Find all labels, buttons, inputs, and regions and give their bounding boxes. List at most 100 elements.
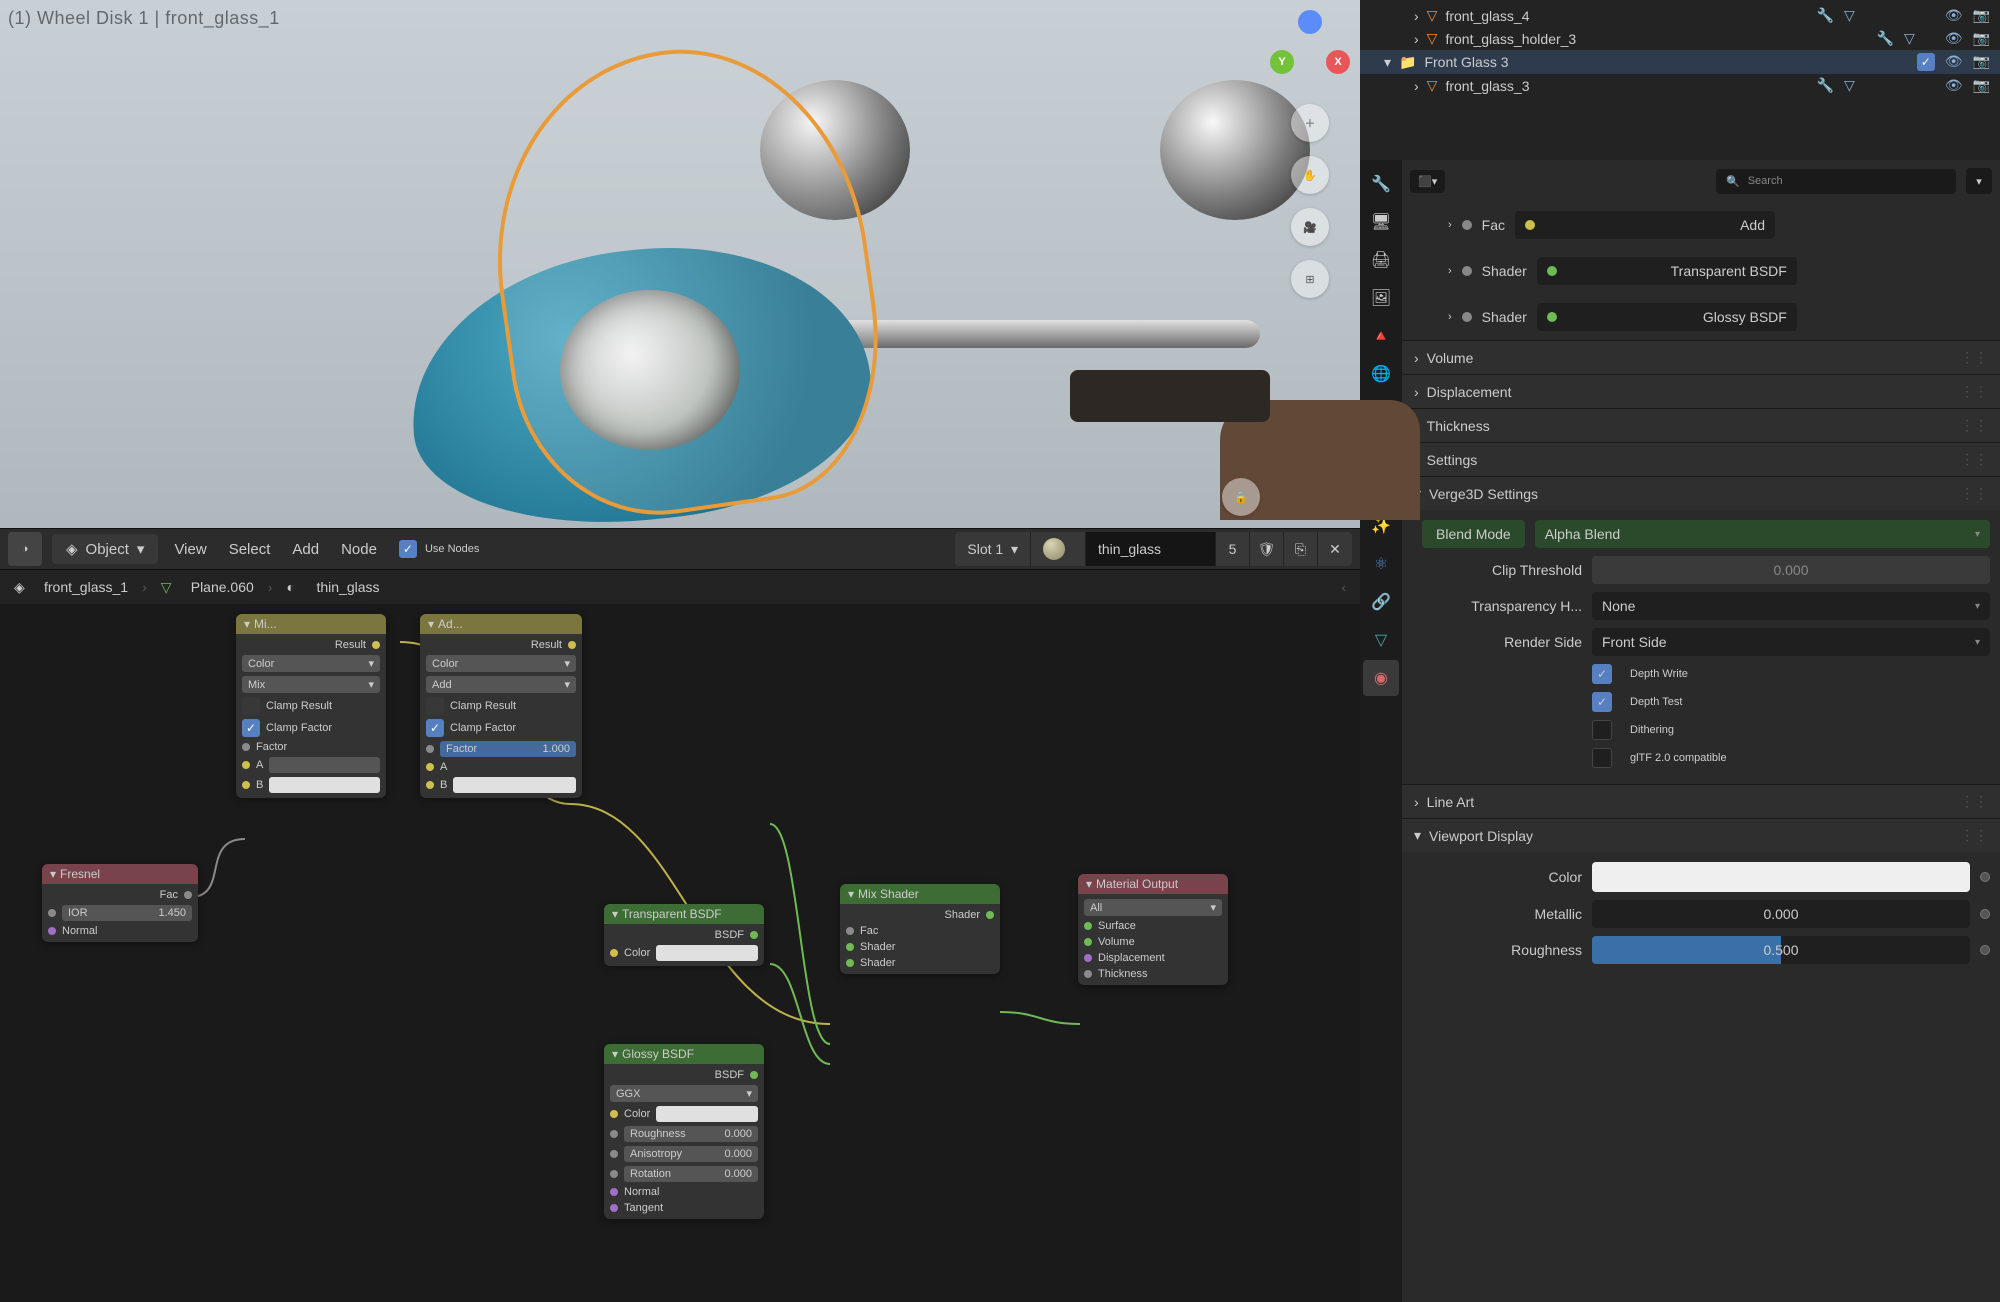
mix-mode[interactable]: Mix▾ <box>242 676 380 693</box>
gltf-check[interactable] <box>1592 748 1612 768</box>
axis-z[interactable] <box>1298 10 1322 34</box>
anim-dot[interactable] <box>1980 872 1990 882</box>
eye-icon[interactable]: 👁 <box>1945 30 1963 47</box>
blend-mode-dropdown[interactable]: Alpha Blend <box>1535 520 1990 548</box>
depth-write-check[interactable]: ✓ <box>1592 664 1612 684</box>
input-shader-1[interactable]: › Shader Transparent BSDF <box>1402 248 2000 294</box>
viewport-roughness[interactable]: 0.500 <box>1592 936 1970 964</box>
tab-viewlayer[interactable]: 🖼 <box>1363 280 1399 316</box>
menu-select[interactable]: Select <box>223 541 277 558</box>
menu-add[interactable]: Add <box>286 541 325 558</box>
eye-icon[interactable]: 👁 <box>1945 7 1963 24</box>
clamp-factor-check[interactable]: ✓ <box>242 719 260 737</box>
node-canvas[interactable]: ▾Fresnel Fac IOR1.450 Normal ▾Mi... Resu… <box>0 604 1360 1302</box>
panel-displacement[interactable]: ›Displacement⋮⋮ <box>1402 374 2000 408</box>
tab-scene[interactable]: 🔺 <box>1363 318 1399 354</box>
clamp-result-check[interactable] <box>242 697 260 715</box>
use-nodes-checkbox[interactable]: ✓ <box>399 540 417 558</box>
fresnel-ior[interactable]: IOR1.450 <box>62 905 192 921</box>
transparency-hack[interactable]: None <box>1592 592 1990 620</box>
node-transparent-bsdf[interactable]: ▾Transparent BSDF BSDF Color <box>604 904 764 966</box>
outliner[interactable]: ›▽ front_glass_4 🔧▽👁📷 ›▽ front_glass_hol… <box>1360 0 2000 160</box>
axis-gizmo[interactable]: Y X <box>1270 10 1350 90</box>
node-mix-shader[interactable]: ▾Mix Shader Shader Fac Shader Shader <box>840 884 1000 974</box>
tab-render[interactable]: 🖥 <box>1363 204 1399 240</box>
tab-tool[interactable]: 🔧 <box>1363 166 1399 202</box>
3d-viewport[interactable]: (1) Wheel Disk 1 | front_glass_1 Y X ＋ ✋ <box>0 0 1360 528</box>
fake-user-icon[interactable]: 🛡 <box>1250 532 1284 566</box>
node-material-output[interactable]: ▾Material Output All▾ Surface Volume Dis… <box>1078 874 1228 985</box>
eye-icon[interactable]: 👁 <box>1945 53 1963 71</box>
node-editor-header: ◑ ◈ Object ▾ View Select Add Node ✓ Use … <box>0 528 1360 570</box>
unlink-material-icon[interactable]: ✕ <box>1318 532 1352 566</box>
mesh-link-icon[interactable]: ▽ <box>1844 77 1855 94</box>
outliner-item-active[interactable]: ▾📁 Front Glass 3 ✓👁📷 <box>1360 50 2000 74</box>
slot-selector[interactable]: Slot 1 ▾ <box>955 532 1031 566</box>
anim-dot[interactable] <box>1980 909 1990 919</box>
material-users[interactable]: 5 <box>1216 532 1250 566</box>
panel-settings[interactable]: ›Settings⋮⋮ <box>1402 442 2000 476</box>
camera-toggle-icon[interactable]: 📷 <box>1973 30 1990 47</box>
menu-view[interactable]: View <box>168 541 212 558</box>
axis-y[interactable]: Y <box>1270 50 1294 74</box>
material-selector[interactable] <box>1031 532 1086 566</box>
panel-volume[interactable]: ›Volume⋮⋮ <box>1402 340 2000 374</box>
tab-constraint[interactable]: 🔗 <box>1363 584 1399 620</box>
depth-test-check[interactable]: ✓ <box>1592 692 1612 712</box>
add-factor[interactable]: Factor1.000 <box>440 741 576 757</box>
node-add-color[interactable]: ▾Ad... Result Color▾ Add▾ Clamp Result ✓… <box>420 614 582 798</box>
input-shader-2[interactable]: › Shader Glossy BSDF <box>1402 294 2000 340</box>
mesh-link-icon[interactable]: ▽ <box>1844 7 1855 24</box>
bc-material[interactable]: thin_glass <box>316 579 379 595</box>
node-fresnel[interactable]: ▾Fresnel Fac IOR1.450 Normal <box>42 864 198 942</box>
wrench-icon[interactable]: 🔧 <box>1817 77 1834 94</box>
collection-checkbox[interactable]: ✓ <box>1917 53 1935 71</box>
zoom-icon[interactable]: ＋ <box>1291 104 1329 142</box>
wrench-icon[interactable]: 🔧 <box>1877 30 1894 47</box>
grid-icon[interactable]: ⊞ <box>1291 260 1329 298</box>
properties-search[interactable]: 🔍 Search <box>1716 169 1956 194</box>
panel-viewport-display[interactable]: ▾Viewport Display⋮⋮ <box>1402 818 2000 852</box>
camera-toggle-icon[interactable]: 📷 <box>1973 7 1990 24</box>
mix-blendtype[interactable]: Color▾ <box>242 655 380 672</box>
node-glossy-bsdf[interactable]: ▾Glossy BSDF BSDF GGX▾ Color Roughness0.… <box>604 1044 764 1219</box>
render-side[interactable]: Front Side <box>1592 628 1990 656</box>
panel-verge3d[interactable]: ▾Verge3D Settings⋮⋮ <box>1402 476 2000 510</box>
anim-dot[interactable] <box>1980 945 1990 955</box>
panel-thickness[interactable]: ›Thickness⋮⋮ <box>1402 408 2000 442</box>
axis-x[interactable]: X <box>1326 50 1350 74</box>
tab-physics[interactable]: ⚛ <box>1363 546 1399 582</box>
new-material-icon[interactable]: ⎘ <box>1284 532 1318 566</box>
node-mix-color[interactable]: ▾Mi... Result Color▾ Mix▾ Clamp Result ✓… <box>236 614 386 798</box>
mode-selector[interactable]: ◈ Object ▾ <box>52 534 158 564</box>
object-icon: ◈ <box>14 579 30 595</box>
dithering-check[interactable] <box>1592 720 1612 740</box>
pan-icon[interactable]: ✋ <box>1291 156 1329 194</box>
options-menu[interactable]: ▾ <box>1966 168 1992 194</box>
display-mode[interactable]: ⬛▾ <box>1410 170 1445 193</box>
wrench-icon[interactable]: 🔧 <box>1817 7 1834 24</box>
viewport-color[interactable] <box>1592 862 1970 892</box>
viewport-metallic[interactable]: 0.000 <box>1592 900 1970 928</box>
tab-material[interactable]: ◉ <box>1363 660 1399 696</box>
camera-view-icon[interactable]: 🎥 <box>1291 208 1329 246</box>
panel-lineart[interactable]: ›Line Art⋮⋮ <box>1402 784 2000 818</box>
bc-mesh[interactable]: Plane.060 <box>191 579 254 595</box>
editor-type-icon[interactable]: ◑ <box>8 532 42 566</box>
material-name-field[interactable]: thin_glass <box>1086 532 1216 566</box>
expand-icon[interactable]: ‹ <box>1341 579 1346 595</box>
camera-toggle-icon[interactable]: 📷 <box>1973 77 1990 94</box>
outliner-item[interactable]: ›▽ front_glass_3 🔧▽👁📷 <box>1360 74 2000 97</box>
tab-output[interactable]: 🖨 <box>1363 242 1399 278</box>
input-fac[interactable]: › Fac Add <box>1402 202 2000 248</box>
bc-object[interactable]: front_glass_1 <box>44 579 128 595</box>
lock-icon[interactable]: 🔒 <box>1222 478 1260 516</box>
tab-mesh[interactable]: ▽ <box>1363 622 1399 658</box>
outliner-item[interactable]: ›▽ front_glass_holder_3 🔧▽👁📷 <box>1360 27 2000 50</box>
outliner-item[interactable]: ›▽ front_glass_4 🔧▽👁📷 <box>1360 4 2000 27</box>
mesh-link-icon[interactable]: ▽ <box>1904 30 1915 47</box>
menu-node[interactable]: Node <box>335 541 383 558</box>
camera-toggle-icon[interactable]: 📷 <box>1973 53 1990 71</box>
tab-world[interactable]: 🌐 <box>1363 356 1399 392</box>
eye-icon[interactable]: 👁 <box>1945 77 1963 94</box>
